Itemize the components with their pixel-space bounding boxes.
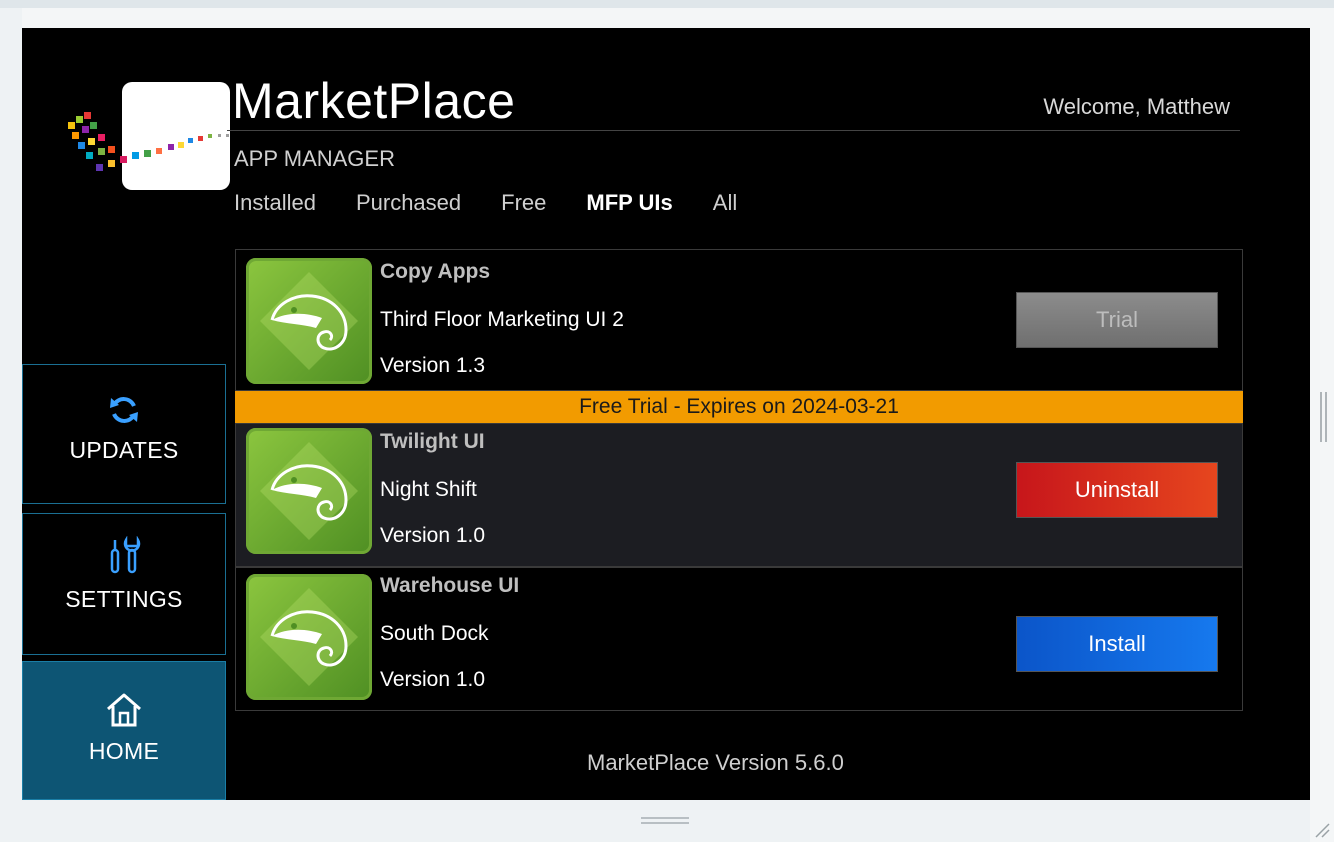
resize-corner-icon[interactable] (1312, 820, 1330, 838)
app-name: Night Shift (380, 478, 477, 501)
app-list: Copy Apps Third Floor Marketing UI 2 Ver… (235, 249, 1243, 711)
welcome-text: Welcome, Matthew (1043, 94, 1230, 119)
list-item: Twilight UI Night Shift Version 1.0 Unin… (235, 423, 1243, 567)
trial-button[interactable]: Trial (1016, 292, 1218, 348)
chameleon-icon (246, 428, 372, 554)
refresh-icon (110, 397, 138, 423)
app-version: Version 1.0 (380, 668, 486, 691)
sidebar-item-label: UPDATES (69, 437, 179, 463)
filter-tabs: Installed Purchased Free MFP UIs All (234, 190, 777, 216)
marketplace-panel: MarketPlace Welcome, Matthew APP MANAGER… (22, 28, 1310, 800)
sidebar-item-settings[interactable]: SETTINGS (22, 513, 226, 655)
install-button[interactable]: Install (1016, 616, 1218, 672)
tab-installed[interactable]: Installed (234, 190, 316, 216)
list-item: Warehouse UI South Dock Version 1.0 Inst… (235, 567, 1243, 711)
app-version: Version 1.3 (380, 354, 486, 377)
app-category: Twilight UI (380, 430, 485, 453)
chameleon-icon (246, 258, 372, 384)
app-category: Warehouse UI (380, 574, 520, 597)
app-version: Version 1.0 (380, 524, 486, 547)
app-name: South Dock (380, 622, 489, 645)
header-divider (227, 130, 1240, 131)
bottom-resize-grip[interactable] (641, 817, 689, 829)
window-left-strip (0, 8, 22, 842)
tab-purchased[interactable]: Purchased (356, 190, 461, 216)
app-title: MarketPlace (232, 73, 516, 129)
side-resize-grip[interactable] (1320, 392, 1330, 442)
app-name: Third Floor Marketing UI 2 (380, 308, 624, 331)
tab-mfp-uis[interactable]: MFP UIs (586, 190, 672, 216)
tab-free[interactable]: Free (501, 190, 546, 216)
sidebar-item-label: SETTINGS (65, 586, 183, 612)
app-subtitle: APP MANAGER (234, 146, 395, 171)
trial-expiry-banner: Free Trial - Expires on 2024-03-21 (235, 391, 1243, 423)
chameleon-icon (246, 574, 372, 700)
sidebar-item-label: HOME (88, 738, 160, 764)
home-icon (107, 693, 141, 727)
window-top-strip (0, 0, 1334, 8)
app-category: Copy Apps (380, 260, 491, 283)
uninstall-button[interactable]: Uninstall (1016, 462, 1218, 518)
sidebar-item-home[interactable]: HOME (22, 661, 226, 800)
marketplace-logo (58, 82, 240, 222)
list-item: Copy Apps Third Floor Marketing UI 2 Ver… (235, 249, 1243, 391)
sidebar-item-updates[interactable]: UPDATES (22, 364, 226, 504)
tab-all[interactable]: All (713, 190, 737, 216)
tools-icon (110, 536, 141, 574)
footer-version: MarketPlace Version 5.6.0 (587, 750, 844, 775)
